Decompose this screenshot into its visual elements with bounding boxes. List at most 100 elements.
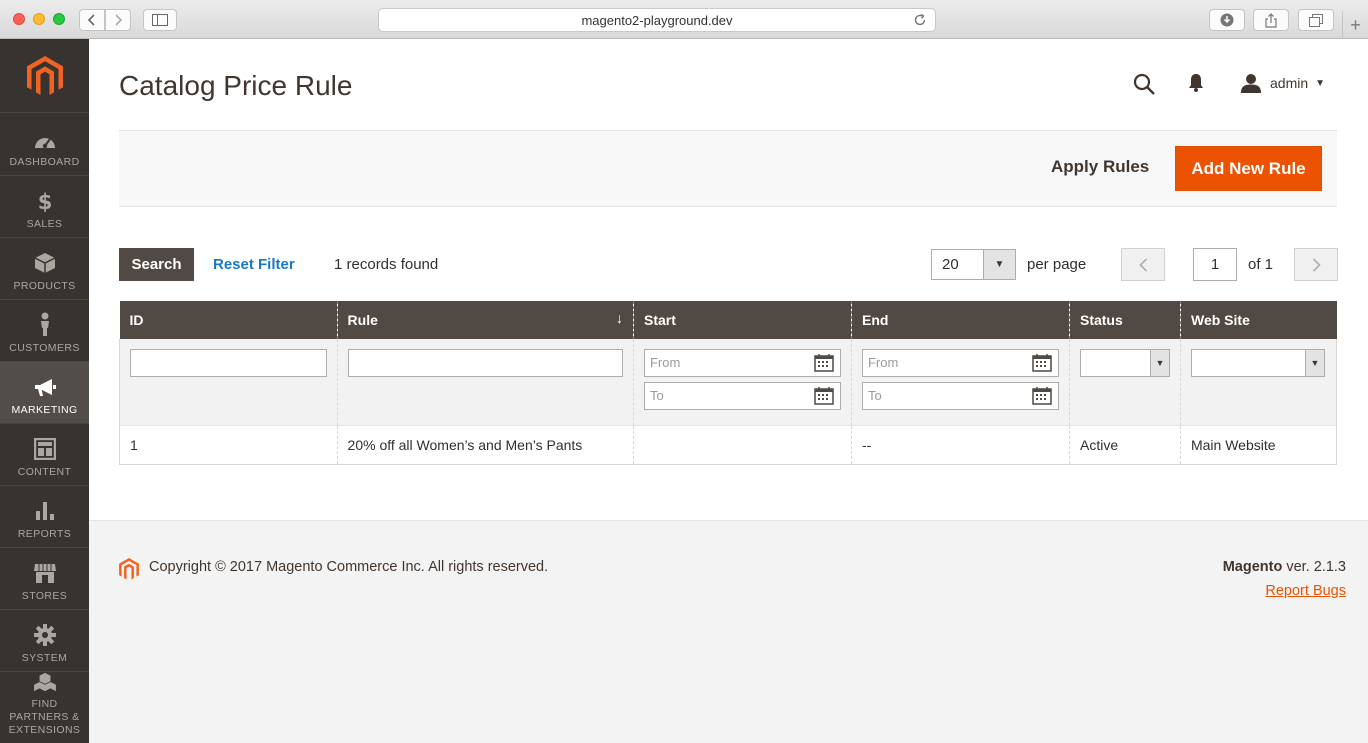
per-page-select[interactable]: 20 ▼ bbox=[931, 249, 1016, 280]
calendar-icon[interactable] bbox=[814, 387, 834, 405]
tabs-overview-button[interactable] bbox=[1298, 9, 1334, 31]
chevron-down-icon: ▼ bbox=[1304, 350, 1324, 376]
box-icon bbox=[34, 253, 55, 273]
filter-cell-end: From To bbox=[850, 339, 1070, 426]
column-header-rule[interactable]: Rule ↓ bbox=[336, 301, 634, 339]
column-header-start[interactable]: Start bbox=[632, 301, 852, 339]
chevron-down-icon[interactable]: ▼ bbox=[983, 250, 1015, 279]
website-filter-select[interactable]: ▼ bbox=[1190, 349, 1325, 377]
browser-toolbar: magento2-playground.dev + bbox=[0, 0, 1368, 39]
chevron-right-icon bbox=[115, 14, 122, 26]
filter-cell-id bbox=[119, 339, 338, 426]
store-icon bbox=[33, 564, 56, 583]
sidebar-item-system[interactable]: SYSTEM bbox=[0, 610, 89, 672]
back-button[interactable] bbox=[79, 9, 105, 31]
main-content: Catalog Price Rule admin ▼ Apply Rules A… bbox=[89, 39, 1368, 520]
start-from-input[interactable]: From bbox=[643, 349, 841, 377]
report-bugs-link[interactable]: Report Bugs bbox=[1265, 583, 1346, 599]
tabs-icon bbox=[1309, 13, 1323, 27]
calendar-icon[interactable] bbox=[1032, 387, 1052, 405]
search-icon bbox=[1133, 73, 1155, 95]
table-row[interactable]: 1 20% off all Women’s and Men’s Pants --… bbox=[119, 425, 1338, 465]
downloads-button[interactable] bbox=[1209, 9, 1245, 31]
notifications-button[interactable] bbox=[1188, 73, 1204, 98]
status-filter-select[interactable]: ▼ bbox=[1079, 349, 1170, 377]
chevron-down-icon: ▼ bbox=[1149, 350, 1169, 376]
end-to-input[interactable]: To bbox=[861, 382, 1059, 410]
sidebar-item-reports[interactable]: REPORTS bbox=[0, 486, 89, 548]
calendar-icon[interactable] bbox=[1032, 354, 1052, 372]
reload-icon[interactable] bbox=[913, 13, 927, 27]
sidebar-item-label: FIND PARTNERS & EXTENSIONS bbox=[8, 698, 81, 736]
column-header-id[interactable]: ID bbox=[119, 301, 338, 339]
share-button[interactable] bbox=[1253, 9, 1289, 31]
next-page-button[interactable] bbox=[1294, 248, 1338, 281]
global-search-button[interactable] bbox=[1133, 73, 1155, 100]
placeholder-text: From bbox=[867, 355, 899, 370]
grid-toolbar: Search Reset Filter 1 records found 20 ▼… bbox=[119, 248, 1338, 282]
records-count: 1 records found bbox=[334, 256, 439, 273]
sidebar-item-marketing[interactable]: MARKETING bbox=[0, 362, 89, 424]
sidebar-item-content[interactable]: CONTENT bbox=[0, 424, 89, 486]
admin-sidebar: DASHBOARD $ SALES PRODUCTS CUSTOMERS MAR… bbox=[0, 39, 89, 743]
per-page-label: per page bbox=[1027, 256, 1087, 273]
apply-rules-button[interactable]: Apply Rules bbox=[1051, 157, 1149, 177]
start-to-input[interactable]: To bbox=[643, 382, 841, 410]
id-filter-input[interactable] bbox=[130, 349, 327, 377]
caret-down-icon: ▼ bbox=[1315, 77, 1326, 89]
sidebar-item-label: CUSTOMERS bbox=[9, 342, 80, 354]
total-pages: of 1 bbox=[1248, 256, 1274, 273]
column-header-label: Rule bbox=[347, 312, 378, 328]
magento-logo-icon bbox=[119, 558, 139, 580]
magento-logo-icon bbox=[26, 55, 63, 95]
previous-page-button[interactable] bbox=[1121, 248, 1165, 281]
placeholder-text: To bbox=[649, 388, 664, 403]
filter-cell-status: ▼ bbox=[1068, 339, 1181, 426]
sidebar-item-sales[interactable]: $ SALES bbox=[0, 176, 89, 238]
sidebar-item-stores[interactable]: STORES bbox=[0, 548, 89, 610]
zoom-window-button[interactable] bbox=[53, 13, 65, 25]
new-tab-button[interactable]: + bbox=[1342, 11, 1368, 39]
sidebar-item-customers[interactable]: CUSTOMERS bbox=[0, 300, 89, 362]
sidebar-item-label: SYSTEM bbox=[21, 652, 68, 664]
sidebar-item-label: MARKETING bbox=[11, 404, 78, 416]
megaphone-icon bbox=[34, 379, 56, 396]
forward-button[interactable] bbox=[105, 9, 131, 31]
layout-icon bbox=[33, 438, 56, 460]
minimize-window-button[interactable] bbox=[33, 13, 45, 25]
page-number-input[interactable]: 1 bbox=[1193, 248, 1237, 281]
close-window-button[interactable] bbox=[13, 13, 25, 25]
page-title: Catalog Price Rule bbox=[119, 70, 353, 101]
sidebar-item-label: PRODUCTS bbox=[13, 280, 76, 292]
end-from-input[interactable]: From bbox=[861, 349, 1059, 377]
admin-user-menu[interactable]: admin ▼ bbox=[1241, 73, 1325, 93]
reset-filter-link[interactable]: Reset Filter bbox=[213, 256, 295, 273]
admin-username: admin bbox=[1270, 75, 1309, 91]
calendar-icon[interactable] bbox=[814, 354, 834, 372]
address-bar[interactable]: magento2-playground.dev bbox=[378, 8, 936, 32]
sidebar-item-dashboard[interactable]: DASHBOARD bbox=[0, 114, 89, 176]
sidebar-item-label: REPORTS bbox=[17, 528, 72, 540]
magento-logo[interactable] bbox=[0, 39, 89, 113]
filter-cell-start: From To bbox=[632, 339, 852, 426]
sidebar-item-find-partners[interactable]: FIND PARTNERS & EXTENSIONS bbox=[0, 672, 89, 743]
column-header-status[interactable]: Status bbox=[1068, 301, 1181, 339]
bar-chart-icon bbox=[35, 502, 54, 520]
version-text: Magento ver. 2.1.3 bbox=[1223, 559, 1346, 575]
boxes-icon bbox=[33, 672, 56, 692]
dollar-icon: $ bbox=[37, 190, 52, 212]
cell-start bbox=[632, 425, 852, 465]
filter-cell-website: ▼ bbox=[1179, 339, 1338, 426]
filter-row: From To From To ▼ ▼ bbox=[119, 339, 1338, 426]
per-page-value: 20 bbox=[942, 256, 959, 273]
sidebar-item-label: DASHBOARD bbox=[9, 156, 80, 168]
search-button[interactable]: Search bbox=[119, 248, 194, 281]
column-header-end[interactable]: End bbox=[850, 301, 1070, 339]
add-new-rule-button[interactable]: Add New Rule bbox=[1175, 146, 1322, 191]
rule-filter-input[interactable] bbox=[347, 349, 623, 377]
sidebar-toggle-button[interactable] bbox=[143, 9, 177, 31]
chevron-left-icon bbox=[88, 14, 95, 26]
cell-end: -- bbox=[850, 425, 1070, 465]
sidebar-item-products[interactable]: PRODUCTS bbox=[0, 238, 89, 300]
column-header-website[interactable]: Web Site bbox=[1179, 301, 1337, 339]
